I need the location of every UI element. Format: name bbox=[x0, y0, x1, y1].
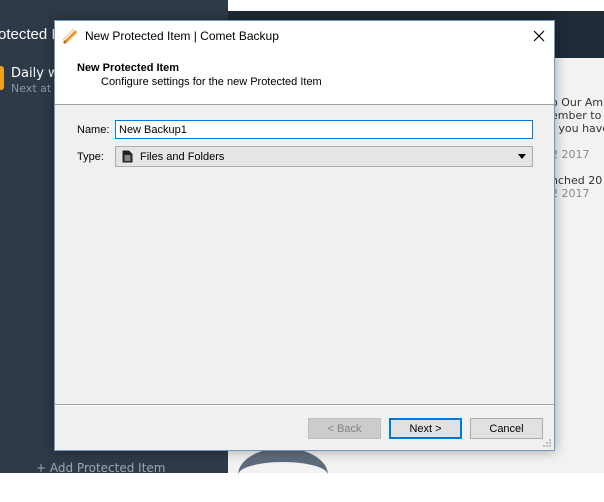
type-selected-value: Files and Folders bbox=[140, 151, 225, 163]
news-line[interactable]: o Our Am bbox=[551, 96, 603, 109]
document-icon bbox=[122, 150, 133, 163]
news-line: ember to bbox=[551, 109, 602, 122]
close-icon bbox=[533, 30, 545, 42]
type-label: Type: bbox=[77, 151, 104, 163]
backup-job-icon bbox=[0, 66, 4, 90]
chevron-down-icon[interactable] bbox=[518, 154, 526, 159]
news-line[interactable]: nched 20 bbox=[551, 174, 602, 187]
type-dropdown[interactable]: Files and Folders bbox=[115, 146, 533, 167]
next-button[interactable]: Next > bbox=[389, 418, 462, 439]
name-input[interactable] bbox=[115, 120, 533, 139]
close-button[interactable] bbox=[525, 23, 553, 49]
background-item-title[interactable]: Daily w bbox=[11, 66, 59, 81]
new-protected-item-dialog: New Protected Item | Comet Backup New Pr… bbox=[54, 20, 555, 451]
resize-grip-icon[interactable] bbox=[542, 438, 552, 448]
cancel-button[interactable]: Cancel bbox=[470, 418, 543, 439]
footer-divider bbox=[55, 404, 554, 406]
background-arrow-graphic bbox=[238, 448, 328, 502]
dialog-header-panel: New Protected Item Configure settings fo… bbox=[55, 51, 554, 105]
news-date: 2 2017 bbox=[551, 187, 590, 200]
name-label: Name: bbox=[77, 124, 110, 136]
dialog-title: New Protected Item | Comet Backup bbox=[85, 29, 279, 43]
news-line: f you have bbox=[551, 122, 604, 135]
header-title: New Protected Item bbox=[77, 62, 180, 74]
background-topbar bbox=[228, 0, 604, 11]
header-subtitle: Configure settings for the new Protected… bbox=[101, 76, 322, 88]
news-date: 2 2017 bbox=[551, 148, 590, 161]
dialog-titlebar[interactable]: New Protected Item | Comet Backup bbox=[55, 21, 554, 51]
background-sidebar-title: otected I bbox=[0, 26, 56, 43]
back-button[interactable]: < Back bbox=[308, 418, 381, 439]
comet-feather-icon bbox=[62, 28, 78, 44]
